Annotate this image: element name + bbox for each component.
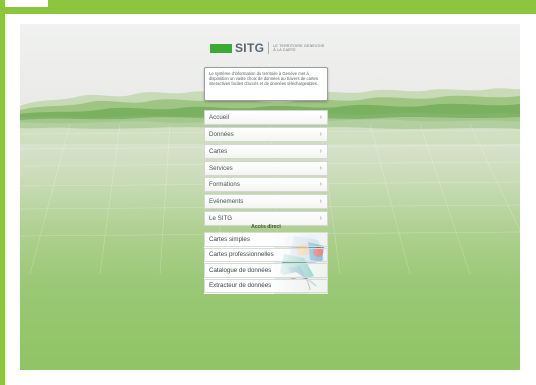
sitg-logo-icon — [210, 43, 232, 53]
chevron-right-icon: › — [319, 130, 322, 138]
direct-link-label: Cartes simples — [209, 235, 250, 243]
site-header: SITG LE TERRITOIRE GENEVOIS À LA CARTE — [210, 36, 324, 60]
menu-item-label: Données — [209, 130, 234, 138]
intro-text-box: Le système d'information du territoire à… — [204, 67, 328, 101]
direct-link-label: Extracteur de données — [209, 282, 272, 290]
menu-item-services[interactable]: Services › — [204, 160, 328, 176]
tagline-line-2: À LA CARTE — [273, 48, 296, 52]
main-menu: Accueil › Données › Cartes › Services › Form… — [204, 110, 328, 228]
menu-item-label: Evénements — [209, 198, 244, 206]
logo-text: SITG — [235, 41, 265, 55]
menu-item-label: Formations — [209, 181, 240, 189]
direct-link-label: Cartes professionnelles — [209, 251, 274, 259]
direct-link-cartes-professionnelles[interactable]: Cartes professionnelles — [204, 247, 328, 262]
chevron-right-icon: › — [319, 147, 322, 155]
left-frame-bar — [0, 0, 5, 385]
chevron-right-icon: › — [319, 198, 322, 206]
direct-link-label: Catalogue de données — [209, 266, 272, 274]
direct-link-extracteur-donnees[interactable]: Extracteur de données — [204, 278, 328, 293]
menu-item-evenements[interactable]: Evénements › — [204, 194, 328, 210]
direct-access-title: Accès direct — [251, 224, 281, 230]
direct-link-catalogue-donnees[interactable]: Catalogue de données — [204, 263, 328, 278]
logo-divider — [268, 42, 270, 54]
menu-item-label: Cartes — [209, 147, 228, 155]
tablet-screen: SITG LE TERRITOIRE GENEVOIS À LA CARTE L… — [20, 24, 520, 370]
menu-item-cartes[interactable]: Cartes › — [204, 143, 328, 159]
menu-item-formations[interactable]: Formations › — [204, 177, 328, 193]
top-frame-notch — [0, 0, 48, 7]
tagline: LE TERRITOIRE GENEVOIS À LA CARTE — [273, 44, 324, 52]
menu-item-label: Services — [209, 164, 233, 172]
chevron-right-icon: › — [319, 215, 322, 223]
menu-item-accueil[interactable]: Accueil › — [204, 110, 328, 125]
chevron-right-icon: › — [319, 114, 322, 121]
menu-item-donnees[interactable]: Données › — [204, 126, 328, 142]
top-frame-bar — [0, 0, 536, 14]
menu-item-label: Le SITG — [209, 215, 233, 223]
menu-item-label: Accueil — [209, 114, 229, 121]
chevron-right-icon: › — [319, 164, 322, 172]
chevron-right-icon: › — [319, 181, 322, 189]
direct-link-cartes-simples[interactable]: Cartes simples — [204, 232, 328, 247]
direct-access-panel: Cartes simples Cartes professionnelles C… — [204, 232, 328, 294]
